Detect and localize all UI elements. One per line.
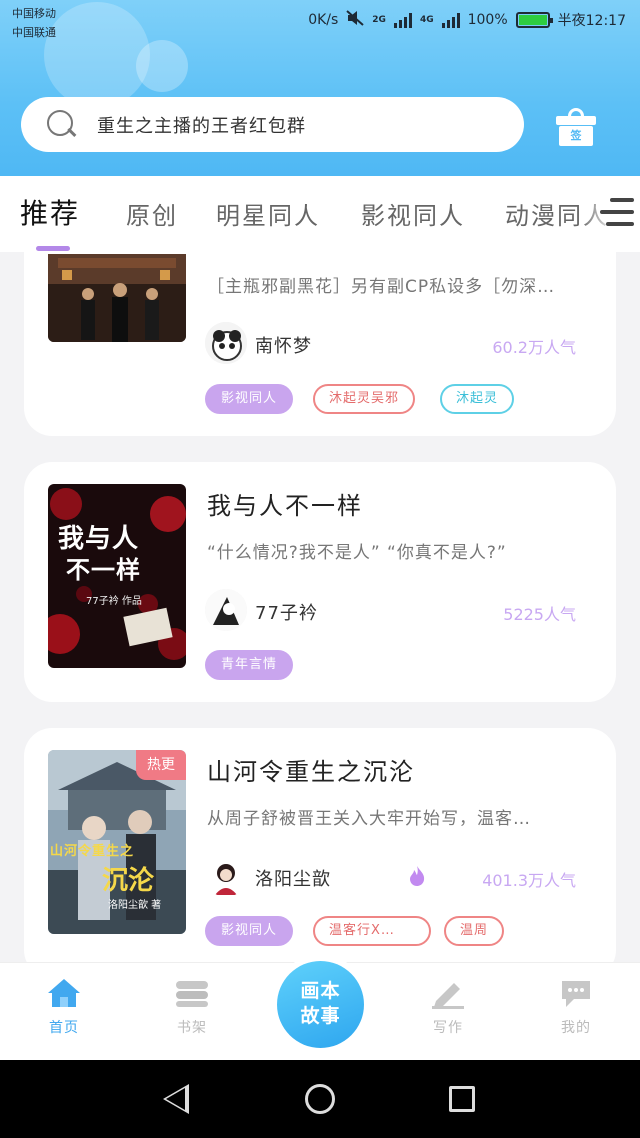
- home-icon: [48, 979, 80, 1007]
- book-cover: 我与人 不一样 77子衿 作品: [48, 484, 186, 668]
- author-avatar: [205, 855, 247, 897]
- author-avatar: [205, 589, 247, 631]
- book-description: “什么情况?我不是人” “你真不是人?”: [207, 543, 507, 563]
- nav-write[interactable]: 写作: [408, 977, 488, 1037]
- signal-icon: [441, 12, 460, 28]
- popularity: 60.2万人气: [492, 338, 576, 357]
- home-circle-icon[interactable]: [305, 1084, 335, 1114]
- book-card[interactable]: 山河令重生之 沉沦 洛阳尘歆 著 热更 山河令重生之沉沦 从周子舒被晋王关入大牢…: [24, 728, 616, 962]
- book-description: ［主瓶邪副黑花］另有副CP私设多［勿深…: [207, 277, 556, 297]
- tab-film-fanfic[interactable]: 影视同人: [361, 196, 465, 231]
- popularity: 401.3万人气: [482, 871, 576, 890]
- cover-title-line-2: 不一样: [66, 555, 141, 584]
- status-carriers: 中国移动 中国联通: [12, 4, 56, 42]
- genre-tag[interactable]: 影视同人: [205, 384, 294, 414]
- decor-bubble-small: [136, 40, 188, 92]
- author-name: 南怀梦: [255, 336, 312, 357]
- character-tag[interactable]: 温客行X…: [313, 916, 431, 946]
- carrier-2: 中国联通: [12, 26, 56, 39]
- nav-write-label: 写作: [433, 1020, 463, 1036]
- battery-percent: 100%: [467, 12, 508, 28]
- network-type-2: 4G: [419, 15, 434, 25]
- search-placeholder: 重生之主播的王者红包群: [97, 115, 306, 137]
- tab-original[interactable]: 原创: [126, 196, 178, 231]
- tab-celebrity-fanfic[interactable]: 明星同人: [216, 196, 320, 231]
- category-tabs: 推荐 原创 明星同人 影视同人 动漫同人: [0, 176, 640, 252]
- draw-story-button[interactable]: 画本 故事: [277, 961, 364, 1048]
- signal-icon: [393, 12, 412, 28]
- book-title: 我与人不一样: [207, 492, 363, 520]
- nav-mine-label: 我的: [561, 1020, 591, 1036]
- network-type-1: 2G: [372, 15, 386, 25]
- nav-bookshelf-label: 书架: [177, 1020, 207, 1036]
- cover-author: 77子衿 作品: [86, 596, 142, 607]
- decor-bubble: [44, 2, 150, 108]
- carrier-1: 中国移动: [12, 7, 56, 20]
- checkin-gift-button[interactable]: 签: [556, 108, 596, 146]
- book-card[interactable]: ［主瓶邪副黑花］另有副CP私设多［勿深… 南怀梦 60.2万人气 影视同人 沐起…: [24, 252, 616, 436]
- author-name: 洛阳尘歆: [255, 869, 331, 890]
- clock: 半夜12:17: [557, 13, 626, 29]
- nav-home[interactable]: 首页: [24, 977, 104, 1037]
- chat-icon: [562, 981, 590, 1007]
- author-avatar: [205, 322, 247, 364]
- cover-title-line-1: 山河令重生之: [50, 844, 135, 859]
- cover-title-line-2: 沉沦: [102, 866, 155, 896]
- app-header: 中国移动 中国联通 0K/s 2G 4G 100% 半夜12:17 重生之主播的…: [0, 0, 640, 176]
- back-icon[interactable]: [163, 1084, 189, 1114]
- active-tab-indicator: [36, 246, 70, 251]
- nav-home-label: 首页: [49, 1020, 79, 1036]
- recent-apps-icon[interactable]: [449, 1086, 475, 1112]
- hot-update-badge: 热更: [136, 750, 186, 780]
- genre-tag[interactable]: 青年言情: [205, 650, 294, 680]
- draw-story-label: 画本 故事: [300, 980, 341, 1027]
- character-tag[interactable]: 沐起灵吴邪: [313, 384, 416, 414]
- character-tag[interactable]: 沐起灵: [440, 384, 515, 414]
- menu-icon[interactable]: [600, 198, 634, 228]
- genre-tag[interactable]: 影视同人: [205, 916, 294, 946]
- author-name: 77子衿: [255, 603, 318, 624]
- search-icon: [47, 109, 77, 140]
- book-feed: ［主瓶邪副黑花］另有副CP私设多［勿深… 南怀梦 60.2万人气 影视同人 沐起…: [0, 252, 640, 962]
- checkin-label: 签: [559, 126, 593, 146]
- bookshelf-icon: [176, 981, 208, 1007]
- book-cover: [48, 254, 186, 342]
- system-nav-bar: [0, 1060, 640, 1138]
- nav-bookshelf[interactable]: 书架: [152, 977, 232, 1037]
- book-card[interactable]: 我与人 不一样 77子衿 作品 我与人不一样 “什么情况?我不是人” “你真不是…: [24, 462, 616, 702]
- search-bar[interactable]: 重生之主播的王者红包群: [21, 97, 524, 152]
- status-bar: 0K/s 2G 4G 100% 半夜12:17: [308, 10, 626, 30]
- book-cover: 山河令重生之 沉沦 洛阳尘歆 著 热更: [48, 750, 186, 934]
- network-speed: 0K/s: [308, 12, 339, 28]
- character-tag[interactable]: 温周: [444, 916, 505, 946]
- tab-recommend[interactable]: 推荐: [20, 192, 80, 232]
- nav-mine[interactable]: 我的: [536, 977, 616, 1037]
- mute-icon: [346, 10, 364, 30]
- battery-icon: [515, 12, 553, 28]
- popularity: 5225人气: [503, 605, 576, 624]
- book-title: 山河令重生之沉沦: [207, 758, 415, 786]
- gift-lid: [556, 116, 596, 125]
- book-description: 从周子舒被晋王关入大牢开始写，温客…: [207, 809, 531, 829]
- flame-icon: [410, 866, 425, 886]
- pencil-icon: [432, 983, 464, 1009]
- cover-author: 洛阳尘歆 著: [108, 900, 162, 911]
